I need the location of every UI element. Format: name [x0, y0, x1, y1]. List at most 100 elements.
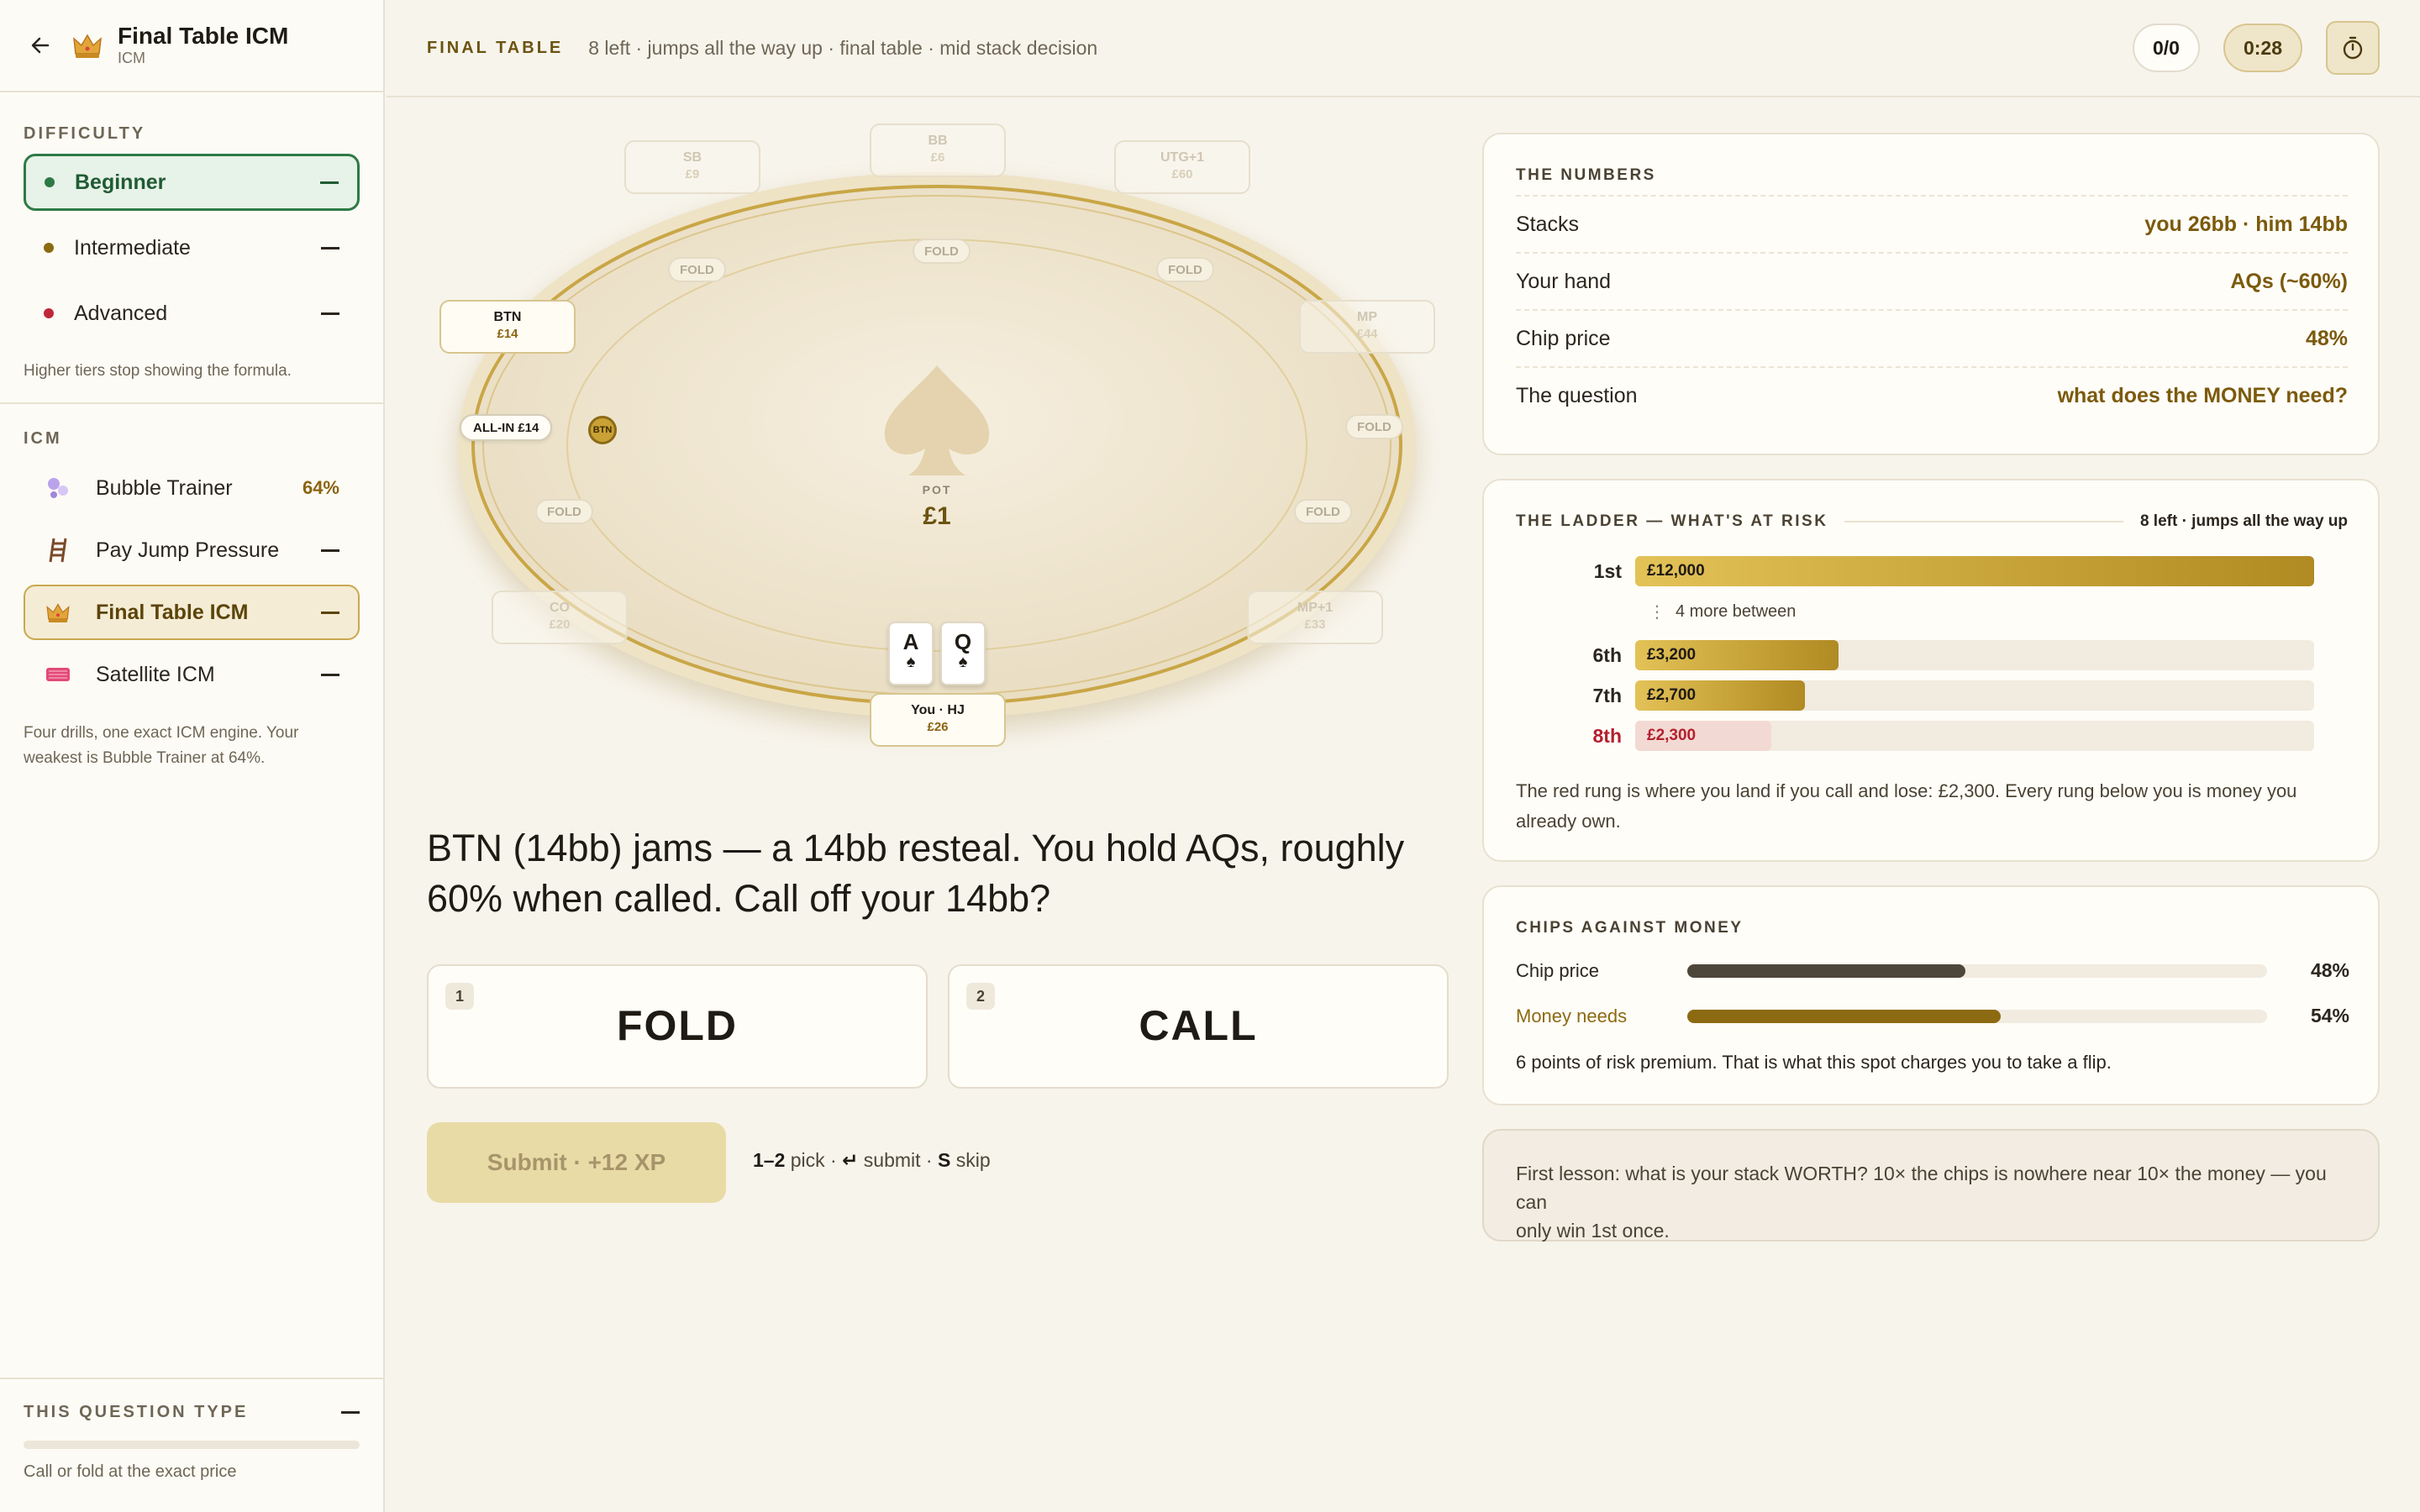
card-rank: A: [902, 629, 919, 654]
fold-chip-co: FOLD: [535, 499, 593, 524]
numbers-row: The question what does the MONEY need?: [1516, 366, 2348, 423]
seat-name: BB: [928, 134, 948, 148]
hole-card-2: Q ♠: [940, 622, 986, 685]
ladder-rung-7th: 7th £2,700: [1484, 680, 2314, 711]
numbers-row: Stacks you 26bb · him 14bb: [1516, 195, 2348, 252]
sidebar-title: Final Table ICM: [118, 23, 289, 49]
money-needs-row: Money needs 54%: [1516, 1005, 2349, 1027]
ladder-icon: [44, 536, 72, 564]
ladder-title: THE LADDER — WHAT'S AT RISK: [1516, 512, 1828, 530]
stopwatch-icon[interactable]: [2326, 21, 2380, 75]
question-type-desc: Call or fold at the exact price: [24, 1462, 237, 1481]
numbers-row-value: 48%: [2305, 326, 2348, 350]
row-value: 54%: [2310, 1005, 2349, 1026]
dash-icon: [321, 549, 339, 552]
seat-co: CO £20: [492, 591, 628, 644]
seat-name: UTG+1: [1160, 150, 1204, 165]
score-badge: 0/0: [2132, 24, 2200, 72]
question-line-2: 60% when called. Call off your 14bb?: [427, 877, 1051, 920]
question-type-panel: THIS QUESTION TYPE Call or fold at the e…: [0, 1378, 383, 1512]
chips-vs-money-note: 6 points of risk premium. That is what t…: [1516, 1052, 2112, 1073]
icm-note-line-2: weakest is Bubble Trainer at 64%.: [24, 749, 266, 767]
submit-button[interactable]: Submit · +12 XP: [427, 1122, 726, 1203]
seat-bb: BB £6: [870, 123, 1006, 177]
seat-name: CO: [550, 601, 570, 615]
row-value: 48%: [2310, 959, 2349, 981]
divider: [1844, 521, 2123, 522]
answer-label: CALL: [1139, 1002, 1258, 1049]
vertical-dots-icon: ⋮: [1649, 603, 1665, 622]
answer-fold[interactable]: 1 FOLD: [427, 964, 928, 1089]
dash-icon: [321, 611, 339, 614]
seat-mp: MP £44: [1299, 300, 1435, 354]
numbers-row: Chip price 48%: [1516, 309, 2348, 366]
dash-icon: [341, 1411, 360, 1414]
bar-fill: [1687, 963, 1966, 978]
seat-name: You · HJ: [911, 703, 965, 717]
rung-amount: £2,300: [1647, 727, 1697, 744]
fold-chip-sb: FOLD: [668, 257, 726, 282]
keyboard-hint: 1–2 pick · ↵ submit · S skip: [753, 1149, 991, 1172]
seat-stack: £14: [497, 327, 518, 341]
difficulty-beginner[interactable]: Beginner: [24, 154, 360, 211]
seat-mp1: MP+1 £33: [1247, 591, 1383, 644]
rung-place: 1st: [1593, 559, 1622, 582]
sidebar-item-label: Satellite ICM: [96, 662, 215, 686]
fold-chip-bb: FOLD: [913, 239, 971, 264]
rung-amount: £2,700: [1647, 686, 1697, 704]
dash-icon: [321, 673, 339, 676]
answer-call[interactable]: 2 CALL: [948, 964, 1449, 1089]
hint-key: S: [937, 1149, 951, 1171]
ladder-note-line-2: already own.: [1516, 811, 1621, 832]
numbers-row: Your hand AQs (~60%): [1516, 252, 2348, 309]
status-dot: [44, 308, 54, 318]
difficulty-label-advanced: Advanced: [74, 301, 168, 325]
sidebar-item-final-table-icm[interactable]: Final Table ICM: [24, 585, 360, 640]
ladder-between: ⋮ 4 more between: [1649, 601, 1796, 622]
dash-icon: [321, 246, 339, 249]
seat-stack: £9: [685, 167, 700, 181]
answer-label: FOLD: [616, 1002, 739, 1049]
seat-name: SB: [682, 150, 702, 165]
hint-text: submit ·: [863, 1149, 933, 1171]
rung-track: £3,200: [1635, 640, 2314, 670]
numbers-row-label: The question: [1516, 383, 1638, 407]
sidebar-item-bubble-trainer[interactable]: Bubble Trainer 64%: [24, 460, 360, 516]
sidebar: Final Table ICM ICM DIFFICULTY Beginner …: [0, 0, 385, 1512]
difficulty-intermediate[interactable]: Intermediate: [24, 219, 360, 276]
sidebar-item-label: Final Table ICM: [96, 600, 249, 624]
icm-note-line-1: Four drills, one exact ICM engine. Your: [24, 724, 299, 742]
back-arrow-icon[interactable]: [24, 29, 57, 62]
sidebar-item-pay-jump-pressure[interactable]: Pay Jump Pressure: [24, 522, 360, 578]
hint-key: ↵: [842, 1149, 859, 1171]
question-type-progress: [24, 1441, 360, 1449]
rung-fill: [1635, 556, 2314, 586]
seat-stack: £6: [930, 150, 945, 165]
seat-hero: You · HJ £26: [870, 693, 1006, 747]
rung-amount: £12,000: [1647, 562, 1705, 580]
status-dot: [45, 177, 55, 187]
seat-stack: £26: [927, 720, 949, 734]
divider: [0, 402, 383, 404]
dealer-button: BTN: [588, 416, 617, 444]
hole-card-1: A ♠: [888, 622, 934, 685]
dash-icon: [321, 312, 339, 315]
chips-vs-money-title: CHIPS AGAINST MONEY: [1516, 919, 1744, 937]
seat-stack: £33: [1304, 617, 1326, 632]
seat-name: MP+1: [1297, 601, 1334, 615]
numbers-row-label: Stacks: [1516, 212, 1580, 236]
row-label: Chip price: [1516, 959, 1600, 981]
seat-stack: £20: [549, 617, 571, 632]
card-rank: Q: [954, 629, 972, 654]
hint-key: 1–2: [753, 1149, 786, 1171]
timer-badge: 0:28: [2223, 24, 2302, 72]
ticket-icon: [44, 660, 72, 689]
bubbles-icon: [44, 474, 72, 502]
question-text: BTN (14bb) jams — a 14bb resteal. You ho…: [427, 823, 1460, 924]
sidebar-item-satellite-icm[interactable]: Satellite ICM: [24, 647, 360, 702]
numbers-row-label: Your hand: [1516, 269, 1612, 293]
rung-place: 7th: [1592, 684, 1623, 706]
question-line-1: BTN (14bb) jams — a 14bb resteal. You ho…: [427, 827, 1405, 869]
difficulty-advanced[interactable]: Advanced: [24, 285, 360, 342]
ladder-panel: THE LADDER — WHAT'S AT RISK 8 left · jum…: [1482, 479, 2380, 862]
